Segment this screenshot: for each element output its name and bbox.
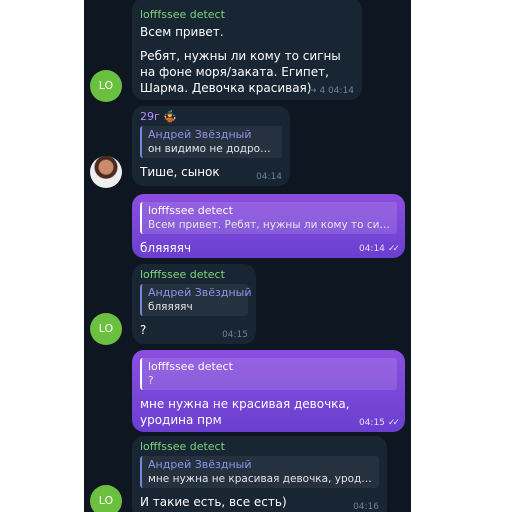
- avatar[interactable]: [90, 156, 122, 188]
- message-text: И такие есть, все есть): [140, 495, 287, 509]
- reply-author: lofffssee detect: [148, 204, 233, 217]
- double-check-icon: ✓✓: [387, 418, 400, 428]
- avatar[interactable]: LO: [90, 70, 122, 102]
- double-check-icon: ✓✓: [387, 244, 400, 254]
- message-meta: 04:15 ✓✓: [358, 418, 400, 428]
- reply-text: Всем привет. Ребят, нужны ли кому то сиг…: [148, 219, 391, 231]
- message-time: 04:14: [358, 244, 385, 254]
- message-bubble[interactable]: lofffssee detect Всем привет. Ребят, нуж…: [132, 0, 362, 100]
- chat-view[interactable]: lofffssee detect Всем привет. Ребят, нуж…: [84, 0, 411, 512]
- reply-author: Андрей Звёздный: [148, 458, 252, 471]
- message-time: 04:14: [328, 86, 354, 96]
- reply-preview[interactable]: Андрей Звёздный бляяяяч: [140, 284, 252, 316]
- reply-text: бляяяяч: [148, 301, 193, 313]
- reply-count[interactable]: 4: [319, 86, 325, 96]
- message-bubble[interactable]: 29г 🤹 Андрей Звёздный он видимо не додро…: [132, 106, 290, 186]
- reply-author: lofffssee detect: [148, 360, 233, 373]
- reply-text: он видимо не додрочил: [148, 143, 276, 155]
- message-bubble[interactable]: lofffssee detect Андрей Звёздный мне нуж…: [132, 436, 387, 512]
- reply-preview[interactable]: Андрей Звёздный он видимо не додрочил: [140, 126, 282, 158]
- reply-author: Андрей Звёздный: [148, 286, 252, 299]
- sender-name[interactable]: 29г 🤹: [140, 110, 282, 123]
- message-text: Всем привет.: [140, 25, 224, 39]
- avatar[interactable]: LO: [90, 313, 122, 345]
- reply-text: ?: [148, 375, 154, 387]
- sender-name[interactable]: lofffssee detect: [140, 440, 379, 453]
- sender-name[interactable]: lofffssee detect: [140, 268, 248, 281]
- sender-name[interactable]: lofffssee detect: [140, 8, 354, 21]
- avatar[interactable]: LO: [90, 485, 122, 512]
- message-bubble[interactable]: lofffssee detect Всем привет. Ребят, нуж…: [132, 194, 405, 258]
- reply-author: Андрей Звёздный: [148, 128, 252, 141]
- message-time: 04:16: [353, 502, 379, 512]
- reply-preview[interactable]: lofffssee detect ?: [140, 358, 397, 390]
- reply-preview[interactable]: Андрей Звёздный мне нужна не красивая де…: [140, 456, 379, 488]
- message-meta: ↪ 4 04:14: [309, 86, 354, 96]
- reply-arrow-icon: ↪: [309, 86, 317, 96]
- reply-text: мне нужна не красивая девочка, уродин...: [148, 473, 373, 485]
- message-time: 04:15: [358, 418, 385, 428]
- message-time: 04:14: [256, 172, 282, 182]
- message-bubble[interactable]: lofffssee detect Андрей Звёздный бляяяяч…: [132, 264, 256, 344]
- message-bubble[interactable]: lofffssee detect ? мне нужна не красивая…: [132, 350, 405, 432]
- reply-preview[interactable]: lofffssee detect Всем привет. Ребят, нуж…: [140, 202, 397, 234]
- message-meta: 04:14 ✓✓: [358, 244, 400, 254]
- message-time: 04:15: [222, 330, 248, 340]
